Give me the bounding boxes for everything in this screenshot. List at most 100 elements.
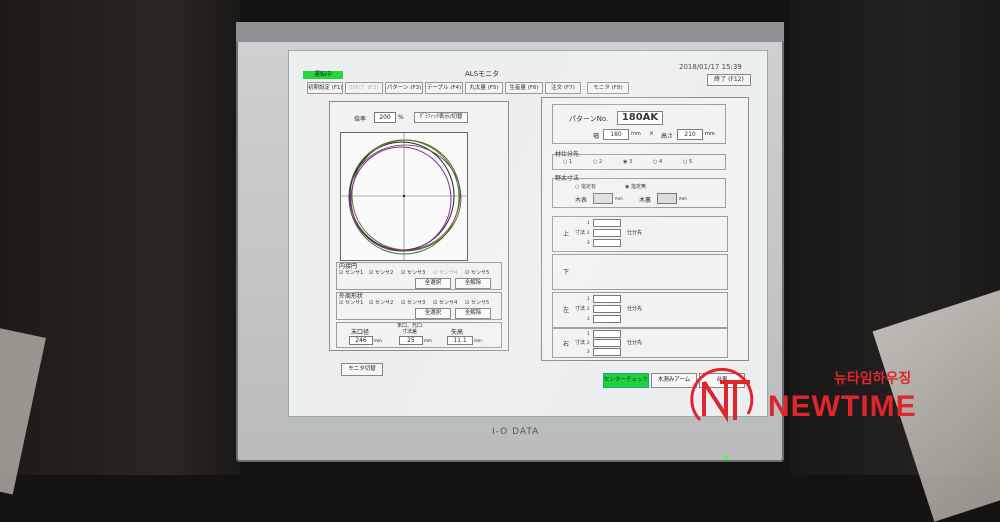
graphic-toggle-button[interactable]: ｸﾞﾗﾌｨｯｸ表示/切替 xyxy=(414,112,468,123)
split-option-5[interactable]: ○ 5 xyxy=(683,159,692,165)
section-left-field-1[interactable] xyxy=(593,295,621,303)
section-top-field-3[interactable] xyxy=(593,239,621,247)
section-right-field-2[interactable] xyxy=(593,339,621,347)
section-top-sort: 仕分先 xyxy=(627,230,643,236)
section-bottom-side: 下 xyxy=(563,269,570,276)
tip-diameter-unit: mm xyxy=(374,338,382,343)
tab-order[interactable]: 注文 (F7) xyxy=(545,82,581,94)
section-left-row-2: 2 xyxy=(587,306,590,311)
section-top-row-3: 3 xyxy=(587,240,590,245)
inner-sensor-3-checkbox[interactable]: ☑ センサ3 xyxy=(401,269,425,276)
outer-sensor-5-checkbox[interactable]: ☑ センサ5 xyxy=(465,299,489,306)
split-option-2[interactable]: ○ 2 xyxy=(593,159,602,165)
split-option-1[interactable]: ○ 1 xyxy=(563,159,572,165)
inner-deselect-all-button[interactable]: 全解除 xyxy=(455,278,491,289)
section-left-row-3: 3 xyxy=(587,316,590,321)
inner-select-all-button[interactable]: 全選択 xyxy=(415,278,451,289)
graphic-panel: 倍率 200 % ｸﾞﾗﾌｨｯｸ表示/切替 内接円 ☑ センサ1 ☑ センサ2 … xyxy=(329,101,509,351)
section-left-side: 左 xyxy=(563,307,570,314)
outer-sensor-2-checkbox[interactable]: ☑ センサ2 xyxy=(369,299,393,306)
watermark-english: NEWTIME xyxy=(768,390,917,423)
back-face-label: 木裏 xyxy=(639,197,652,204)
inner-sensor-1-checkbox[interactable]: ☑ センサ1 xyxy=(339,269,363,276)
magnification-field[interactable]: 200 xyxy=(374,112,396,123)
diameter-diff-field: 25 xyxy=(399,336,423,345)
pattern-number-label: パターンNo. xyxy=(569,115,609,123)
dimension-specified-radio[interactable]: ○ 指定有 xyxy=(575,183,596,190)
center-check-button[interactable]: センターチェック xyxy=(603,373,649,388)
width-label: 幅 xyxy=(593,133,600,140)
dimension-label: 野太寸法 xyxy=(555,175,580,182)
dimension-none-radio[interactable]: ◉ 指定無 xyxy=(625,183,646,190)
section-right: 右 寸法 1 2 3 仕分先 xyxy=(552,328,728,358)
section-left-row-1: 1 xyxy=(587,296,590,301)
monitor-brand: I-O DATA xyxy=(492,427,540,437)
outer-sensor-3-checkbox[interactable]: ☑ センサ3 xyxy=(401,299,425,306)
section-top-row-1: 1 xyxy=(587,220,590,225)
diameter-diff-unit: mm xyxy=(424,338,432,343)
width-field[interactable]: 180 xyxy=(603,129,629,140)
split-group: 材仕分先 ○ 1 ○ 2 ◉ 3 ○ 4 ○ 5 xyxy=(552,151,726,170)
back-face-field[interactable] xyxy=(657,193,677,204)
bow-height-label: 矢高 xyxy=(451,329,464,336)
magnification-unit: % xyxy=(398,114,404,121)
tab-table[interactable]: テーブル (F4) xyxy=(425,82,463,94)
split-option-4[interactable]: ○ 4 xyxy=(653,159,662,165)
monitor-switch-button[interactable]: モニタ切替 xyxy=(341,363,383,376)
bow-height-field: 11.1 xyxy=(447,336,473,345)
section-bottom: 下 xyxy=(552,254,728,290)
section-right-row-3: 3 xyxy=(587,349,590,354)
pattern-group: パターンNo. 180AK 幅 180 mm × 高さ 210 mm xyxy=(552,104,726,144)
outer-shape-group: 外周形状 ☑ センサ1 ☑ センサ2 ☑ センサ3 ☑ センサ4 ☑ センサ5 … xyxy=(336,292,502,320)
split-label: 材仕分先 xyxy=(555,151,580,158)
magnification-label: 倍率 xyxy=(354,116,367,123)
monitor-top-edge xyxy=(236,22,784,42)
tab-log-volume[interactable]: 丸太量 (F5) xyxy=(465,82,503,94)
section-right-row-1: 1 xyxy=(587,331,590,336)
pattern-number-field[interactable]: 180AK xyxy=(617,111,663,125)
section-left: 左 寸法 1 2 3 仕分先 xyxy=(552,292,728,328)
newtime-logo-icon xyxy=(690,367,754,423)
height-unit: mm xyxy=(705,131,715,137)
section-left-field-2[interactable] xyxy=(593,305,621,313)
section-top-field-1[interactable] xyxy=(593,219,621,227)
exit-button[interactable]: 終了 (F12) xyxy=(707,74,751,86)
outline-sensor-3 xyxy=(351,139,461,251)
end-face-unit: mm xyxy=(615,196,623,201)
end-face-field[interactable] xyxy=(593,193,613,204)
height-field[interactable]: 210 xyxy=(677,129,703,140)
tab-pattern[interactable]: パターン (F3) xyxy=(385,82,423,94)
times-sign: × xyxy=(649,130,655,137)
log-stats-group: 末口径 末口、元口 寸法差 矢高 246 mm 25 mm 11.1 mm xyxy=(336,322,502,348)
tab-lostamp[interactable]: ﾛｽﾀﾝﾌﾟ (F2) xyxy=(345,82,383,94)
section-top-kind: 寸法 xyxy=(575,230,586,236)
section-right-kind: 寸法 xyxy=(575,340,586,346)
window-title: ALSモニタ xyxy=(465,70,500,78)
outer-sensor-1-checkbox[interactable]: ☑ センサ1 xyxy=(339,299,363,306)
section-right-field-1[interactable] xyxy=(593,330,621,338)
split-option-3[interactable]: ◉ 3 xyxy=(623,159,632,165)
inner-sensor-2-checkbox[interactable]: ☑ センサ2 xyxy=(369,269,393,276)
section-left-sort: 仕分先 xyxy=(627,306,643,312)
section-left-kind: 寸法 xyxy=(575,306,586,312)
background-left xyxy=(0,0,240,475)
end-face-label: 木表 xyxy=(575,197,588,204)
outer-deselect-all-button[interactable]: 全解除 xyxy=(455,308,491,319)
tab-production[interactable]: 生産量 (F6) xyxy=(505,82,543,94)
width-unit: mm xyxy=(631,131,641,137)
bow-height-unit: mm xyxy=(474,338,482,343)
section-right-field-3[interactable] xyxy=(593,348,621,356)
section-top-field-2[interactable] xyxy=(593,229,621,237)
tab-initial-settings[interactable]: 初期設定 (F1) xyxy=(307,82,343,94)
section-left-field-3[interactable] xyxy=(593,315,621,323)
dimension-group: 野太寸法 ○ 指定有 ◉ 指定無 木表 mm 木裏 mm xyxy=(552,175,726,208)
outer-sensor-4-checkbox[interactable]: ☑ センサ4 xyxy=(433,299,457,306)
section-top: 上 寸法 1 2 3 仕分先 xyxy=(552,216,728,252)
section-top-side: 上 xyxy=(563,231,570,238)
inner-sensor-4-checkbox[interactable]: ☑ センサ4 xyxy=(433,269,457,276)
tab-monitor[interactable]: モニタ (F8) xyxy=(587,82,629,94)
back-face-unit: mm xyxy=(679,196,687,201)
inner-sensor-5-checkbox[interactable]: ☑ センサ5 xyxy=(465,269,489,276)
outer-select-all-button[interactable]: 全選択 xyxy=(415,308,451,319)
datetime: 2018/01/17 15:39 xyxy=(679,63,742,71)
